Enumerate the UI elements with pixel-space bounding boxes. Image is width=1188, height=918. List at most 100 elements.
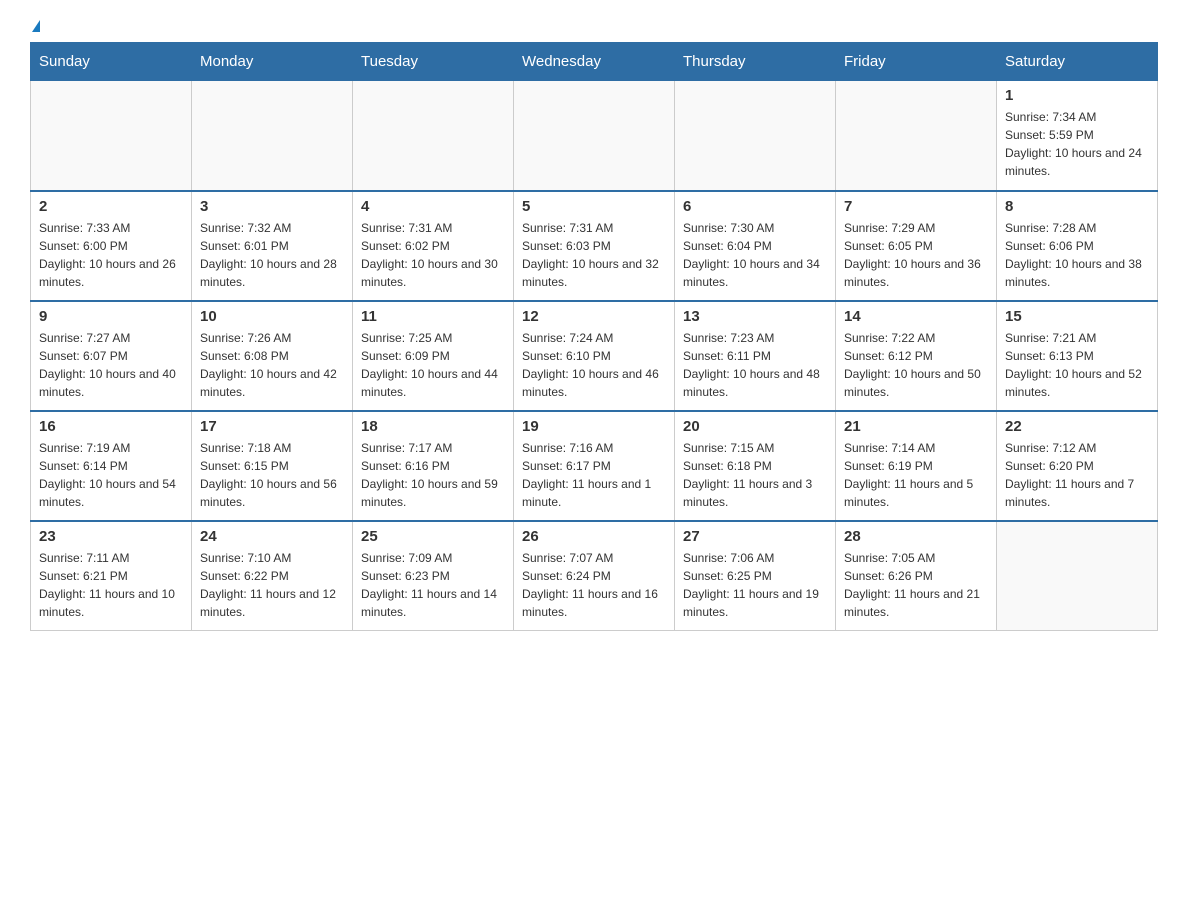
calendar-cell: 6 Sunrise: 7:30 AMSunset: 6:04 PMDaylight…: [675, 191, 836, 301]
day-number: 23: [39, 528, 183, 545]
calendar-cell: 18 Sunrise: 7:17 AMSunset: 6:16 PMDayligh…: [353, 411, 514, 521]
day-number: 24: [200, 528, 344, 545]
calendar-cell: [192, 81, 353, 191]
logo-triangle-icon: [32, 20, 40, 32]
calendar-cell: 11 Sunrise: 7:25 AMSunset: 6:09 PMDayligh…: [353, 301, 514, 411]
day-number: 16: [39, 418, 183, 435]
day-number: 12: [522, 308, 666, 325]
day-number: 21: [844, 418, 988, 435]
day-info: Sunrise: 7:21 AMSunset: 6:13 PMDaylight:…: [1005, 329, 1149, 401]
calendar-cell: 23 Sunrise: 7:11 AMSunset: 6:21 PMDayligh…: [31, 521, 192, 631]
day-header-saturday: Saturday: [997, 43, 1158, 81]
day-info: Sunrise: 7:10 AMSunset: 6:22 PMDaylight:…: [200, 549, 344, 621]
day-number: 5: [522, 198, 666, 215]
day-header-friday: Friday: [836, 43, 997, 81]
day-info: Sunrise: 7:26 AMSunset: 6:08 PMDaylight:…: [200, 329, 344, 401]
calendar-cell: 16 Sunrise: 7:19 AMSunset: 6:14 PMDayligh…: [31, 411, 192, 521]
day-number: 7: [844, 198, 988, 215]
day-number: 14: [844, 308, 988, 325]
day-number: 2: [39, 198, 183, 215]
day-info: Sunrise: 7:17 AMSunset: 6:16 PMDaylight:…: [361, 439, 505, 511]
day-number: 25: [361, 528, 505, 545]
calendar-cell: [514, 81, 675, 191]
calendar-cell: [836, 81, 997, 191]
calendar-cell: 2 Sunrise: 7:33 AMSunset: 6:00 PMDaylight…: [31, 191, 192, 301]
calendar-header-row: SundayMondayTuesdayWednesdayThursdayFrid…: [31, 43, 1158, 81]
day-info: Sunrise: 7:28 AMSunset: 6:06 PMDaylight:…: [1005, 219, 1149, 291]
day-info: Sunrise: 7:33 AMSunset: 6:00 PMDaylight:…: [39, 219, 183, 291]
calendar-cell: [997, 521, 1158, 631]
day-info: Sunrise: 7:34 AMSunset: 5:59 PMDaylight:…: [1005, 108, 1149, 180]
day-number: 20: [683, 418, 827, 435]
calendar-cell: [31, 81, 192, 191]
calendar-cell: 10 Sunrise: 7:26 AMSunset: 6:08 PMDayligh…: [192, 301, 353, 411]
day-number: 10: [200, 308, 344, 325]
calendar-cell: 8 Sunrise: 7:28 AMSunset: 6:06 PMDaylight…: [997, 191, 1158, 301]
day-number: 6: [683, 198, 827, 215]
day-info: Sunrise: 7:11 AMSunset: 6:21 PMDaylight:…: [39, 549, 183, 621]
calendar-cell: 22 Sunrise: 7:12 AMSunset: 6:20 PMDayligh…: [997, 411, 1158, 521]
day-info: Sunrise: 7:15 AMSunset: 6:18 PMDaylight:…: [683, 439, 827, 511]
day-info: Sunrise: 7:05 AMSunset: 6:26 PMDaylight:…: [844, 549, 988, 621]
day-info: Sunrise: 7:06 AMSunset: 6:25 PMDaylight:…: [683, 549, 827, 621]
day-number: 18: [361, 418, 505, 435]
day-info: Sunrise: 7:32 AMSunset: 6:01 PMDaylight:…: [200, 219, 344, 291]
calendar-week-5: 23 Sunrise: 7:11 AMSunset: 6:21 PMDayligh…: [31, 521, 1158, 631]
calendar-cell: 7 Sunrise: 7:29 AMSunset: 6:05 PMDaylight…: [836, 191, 997, 301]
day-header-tuesday: Tuesday: [353, 43, 514, 81]
calendar-cell: [353, 81, 514, 191]
calendar-week-3: 9 Sunrise: 7:27 AMSunset: 6:07 PMDaylight…: [31, 301, 1158, 411]
page-header: [30, 20, 1158, 32]
day-info: Sunrise: 7:27 AMSunset: 6:07 PMDaylight:…: [39, 329, 183, 401]
calendar-week-2: 2 Sunrise: 7:33 AMSunset: 6:00 PMDaylight…: [31, 191, 1158, 301]
calendar-cell: [675, 81, 836, 191]
calendar-week-4: 16 Sunrise: 7:19 AMSunset: 6:14 PMDayligh…: [31, 411, 1158, 521]
day-info: Sunrise: 7:07 AMSunset: 6:24 PMDaylight:…: [522, 549, 666, 621]
day-info: Sunrise: 7:23 AMSunset: 6:11 PMDaylight:…: [683, 329, 827, 401]
calendar-cell: 1 Sunrise: 7:34 AMSunset: 5:59 PMDaylight…: [997, 81, 1158, 191]
calendar-cell: 14 Sunrise: 7:22 AMSunset: 6:12 PMDayligh…: [836, 301, 997, 411]
day-number: 8: [1005, 198, 1149, 215]
day-info: Sunrise: 7:31 AMSunset: 6:02 PMDaylight:…: [361, 219, 505, 291]
day-info: Sunrise: 7:22 AMSunset: 6:12 PMDaylight:…: [844, 329, 988, 401]
day-info: Sunrise: 7:31 AMSunset: 6:03 PMDaylight:…: [522, 219, 666, 291]
day-number: 26: [522, 528, 666, 545]
day-number: 22: [1005, 418, 1149, 435]
day-number: 17: [200, 418, 344, 435]
day-number: 15: [1005, 308, 1149, 325]
calendar-cell: 27Sunrise: 7:06 AMSunset: 6:25 PMDayligh…: [675, 521, 836, 631]
day-number: 19: [522, 418, 666, 435]
day-header-thursday: Thursday: [675, 43, 836, 81]
day-number: 11: [361, 308, 505, 325]
day-header-sunday: Sunday: [31, 43, 192, 81]
day-info: Sunrise: 7:29 AMSunset: 6:05 PMDaylight:…: [844, 219, 988, 291]
day-info: Sunrise: 7:12 AMSunset: 6:20 PMDaylight:…: [1005, 439, 1149, 511]
calendar-cell: 28Sunrise: 7:05 AMSunset: 6:26 PMDayligh…: [836, 521, 997, 631]
day-header-wednesday: Wednesday: [514, 43, 675, 81]
calendar-cell: 19 Sunrise: 7:16 AMSunset: 6:17 PMDayligh…: [514, 411, 675, 521]
calendar-week-1: 1 Sunrise: 7:34 AMSunset: 5:59 PMDaylight…: [31, 81, 1158, 191]
calendar-cell: 20 Sunrise: 7:15 AMSunset: 6:18 PMDayligh…: [675, 411, 836, 521]
day-info: Sunrise: 7:25 AMSunset: 6:09 PMDaylight:…: [361, 329, 505, 401]
calendar-cell: 4 Sunrise: 7:31 AMSunset: 6:02 PMDaylight…: [353, 191, 514, 301]
day-info: Sunrise: 7:16 AMSunset: 6:17 PMDaylight:…: [522, 439, 666, 511]
calendar-cell: 15 Sunrise: 7:21 AMSunset: 6:13 PMDayligh…: [997, 301, 1158, 411]
day-number: 4: [361, 198, 505, 215]
day-number: 13: [683, 308, 827, 325]
calendar-cell: 24 Sunrise: 7:10 AMSunset: 6:22 PMDayligh…: [192, 521, 353, 631]
day-header-monday: Monday: [192, 43, 353, 81]
day-info: Sunrise: 7:19 AMSunset: 6:14 PMDaylight:…: [39, 439, 183, 511]
calendar-cell: 5 Sunrise: 7:31 AMSunset: 6:03 PMDaylight…: [514, 191, 675, 301]
calendar-table: SundayMondayTuesdayWednesdayThursdayFrid…: [30, 42, 1158, 631]
day-info: Sunrise: 7:09 AMSunset: 6:23 PMDaylight:…: [361, 549, 505, 621]
day-info: Sunrise: 7:30 AMSunset: 6:04 PMDaylight:…: [683, 219, 827, 291]
calendar-cell: 9 Sunrise: 7:27 AMSunset: 6:07 PMDaylight…: [31, 301, 192, 411]
day-info: Sunrise: 7:14 AMSunset: 6:19 PMDaylight:…: [844, 439, 988, 511]
day-info: Sunrise: 7:24 AMSunset: 6:10 PMDaylight:…: [522, 329, 666, 401]
calendar-cell: 17Sunrise: 7:18 AMSunset: 6:15 PMDayligh…: [192, 411, 353, 521]
day-number: 9: [39, 308, 183, 325]
day-number: 1: [1005, 87, 1149, 104]
calendar-cell: 25 Sunrise: 7:09 AMSunset: 6:23 PMDayligh…: [353, 521, 514, 631]
calendar-cell: 26 Sunrise: 7:07 AMSunset: 6:24 PMDayligh…: [514, 521, 675, 631]
logo: [30, 20, 40, 32]
